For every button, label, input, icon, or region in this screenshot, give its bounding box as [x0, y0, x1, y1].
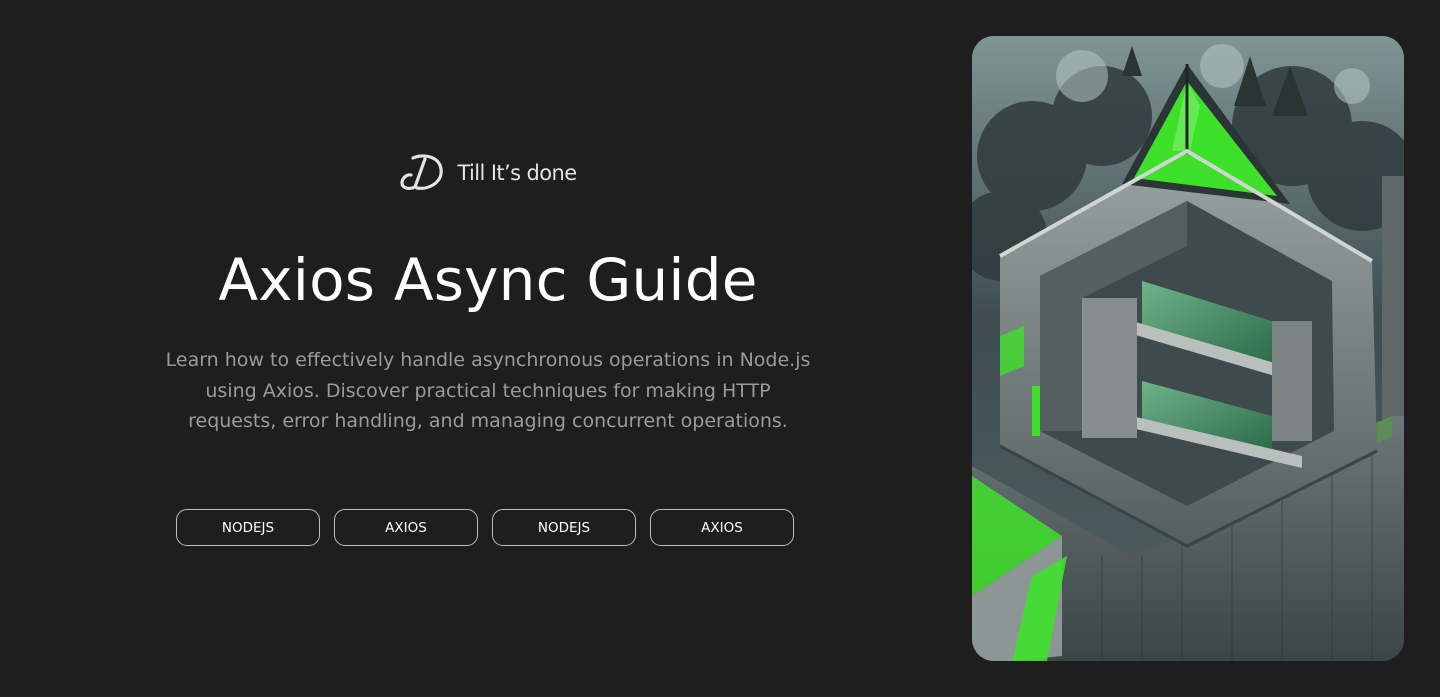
tag-list: NODEJS AXIOS NODEJS AXIOS — [176, 509, 794, 546]
hero-image — [972, 36, 1404, 661]
tag-nodejs[interactable]: NODEJS — [176, 509, 320, 546]
tag-nodejs[interactable]: NODEJS — [492, 509, 636, 546]
tag-axios[interactable]: AXIOS — [650, 509, 794, 546]
d-monogram-logo-icon — [399, 152, 447, 194]
hero-content: Till It’s done Axios Async Guide Learn h… — [150, 0, 826, 697]
page: Till It’s done Axios Async Guide Learn h… — [0, 0, 1440, 697]
page-title: Axios Async Guide — [218, 246, 758, 314]
hero-description: Learn how to effectively handle asynchro… — [165, 349, 811, 432]
tag-axios[interactable]: AXIOS — [334, 509, 478, 546]
brand[interactable]: Till It’s done — [150, 152, 826, 194]
brand-name: Till It’s done — [457, 161, 577, 185]
